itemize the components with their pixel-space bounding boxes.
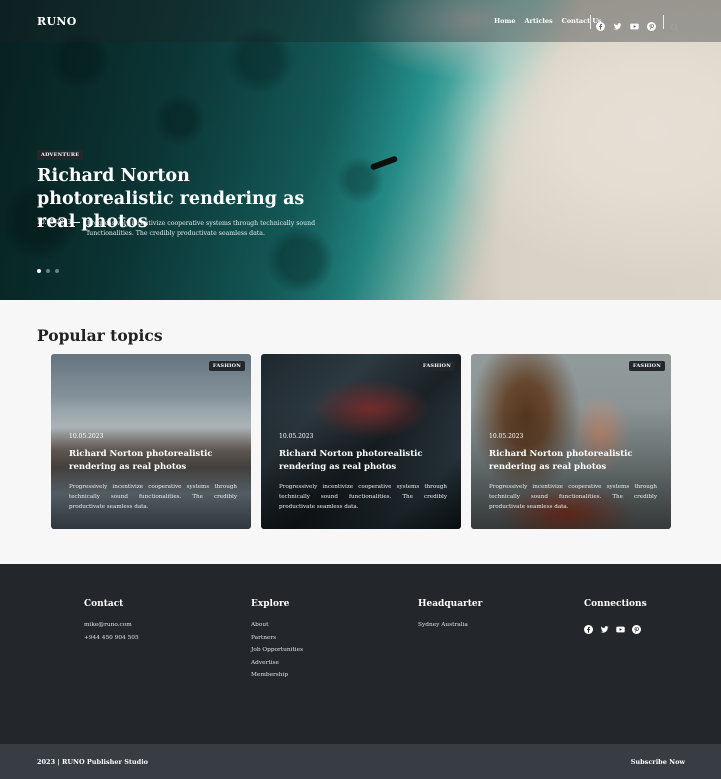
footer-connections: Connections (584, 599, 647, 634)
card-title[interactable]: Richard Norton photorealistic rendering … (69, 448, 239, 474)
hero-slider: RUNO Home Articles Contact Us ADVENTURE … (0, 0, 721, 300)
nav-social-icons (596, 16, 656, 31)
hero-date-dash (70, 222, 80, 223)
search-icon[interactable] (670, 17, 679, 32)
copyright-text: 2023 | RUNO Publisher Studio (37, 758, 148, 766)
footer-link-about[interactable]: About (251, 619, 303, 632)
card-date: 10.05.2023 (279, 433, 314, 440)
footer-social-icons (584, 619, 647, 634)
site-footer: Contact mike@runo.com +944 450 904 505 E… (0, 564, 721, 744)
card-excerpt: Progressively incentivize cooperative sy… (69, 484, 237, 510)
footer-link-advertise[interactable]: Advertise (251, 657, 303, 670)
twitter-icon[interactable] (600, 619, 609, 633)
youtube-icon[interactable] (630, 16, 639, 30)
hero-category-badge[interactable]: ADVENTURE (37, 150, 84, 160)
nav-articles[interactable]: Articles (525, 17, 553, 25)
topic-card[interactable]: FASHION 10.05.2023 Richard Norton photor… (261, 354, 461, 529)
card-excerpt: Progressively incentivize cooperative sy… (489, 484, 657, 510)
footer-phone-link[interactable]: +944 450 904 505 (84, 632, 139, 645)
footer-headquarter: Headquarter Sydney Australia (418, 599, 482, 632)
footer-headquarter-heading: Headquarter (418, 599, 483, 609)
facebook-icon[interactable] (584, 619, 593, 634)
slider-dot-3[interactable] (55, 269, 59, 273)
footer-contact: Contact mike@runo.com +944 450 904 505 (84, 599, 139, 644)
card-category-badge[interactable]: FASHION (418, 361, 455, 371)
card-date: 10.05.2023 (489, 433, 524, 440)
brand-logo[interactable]: RUNO (37, 15, 77, 28)
footer-link-partners[interactable]: Partners (251, 632, 303, 645)
pinterest-icon[interactable] (632, 619, 641, 634)
card-title[interactable]: Richard Norton photorealistic rendering … (279, 448, 449, 474)
hero-date: 10.05.2023 (37, 219, 72, 226)
footer-explore-heading: Explore (251, 599, 290, 609)
topic-card[interactable]: FASHION 10.05.2023 Richard Norton photor… (51, 354, 251, 529)
main-nav: Home Articles Contact Us (494, 17, 602, 25)
subscribe-link[interactable]: Subscribe Now (631, 758, 685, 766)
footer-email-link[interactable]: mike@runo.com (84, 619, 139, 632)
card-title[interactable]: Richard Norton photorealistic rendering … (489, 448, 659, 474)
popular-topics-heading: Popular topics (37, 326, 163, 345)
nav-divider (663, 15, 664, 29)
footer-contact-heading: Contact (84, 599, 124, 609)
top-navbar: RUNO Home Articles Contact Us (0, 0, 721, 42)
footer-link-membership[interactable]: Membership (251, 669, 303, 682)
twitter-icon[interactable] (613, 16, 622, 30)
nav-divider (590, 15, 591, 29)
pinterest-icon[interactable] (647, 16, 656, 31)
footer-bottom-bar: 2023 | RUNO Publisher Studio Subscribe N… (0, 744, 721, 779)
slider-dots (37, 269, 59, 273)
footer-connections-heading: Connections (584, 599, 647, 609)
slider-dot-1[interactable] (37, 269, 41, 273)
card-date: 10.05.2023 (69, 433, 104, 440)
footer-address: Sydney Australia (418, 622, 468, 628)
nav-home[interactable]: Home (494, 17, 516, 25)
card-excerpt: Progressively incentivize cooperative sy… (279, 484, 447, 510)
slider-dot-2[interactable] (46, 269, 50, 273)
topic-card[interactable]: FASHION 10.05.2023 Richard Norton photor… (471, 354, 671, 529)
card-category-badge[interactable]: FASHION (628, 361, 665, 371)
hero-excerpt: Progressively incentivize cooperative sy… (87, 220, 316, 237)
card-category-badge[interactable]: FASHION (208, 361, 245, 371)
footer-link-jobs[interactable]: Job Opportunities (251, 644, 303, 657)
youtube-icon[interactable] (616, 619, 625, 633)
footer-explore: Explore About Partners Job Opportunities… (251, 599, 303, 682)
facebook-icon[interactable] (596, 16, 605, 31)
